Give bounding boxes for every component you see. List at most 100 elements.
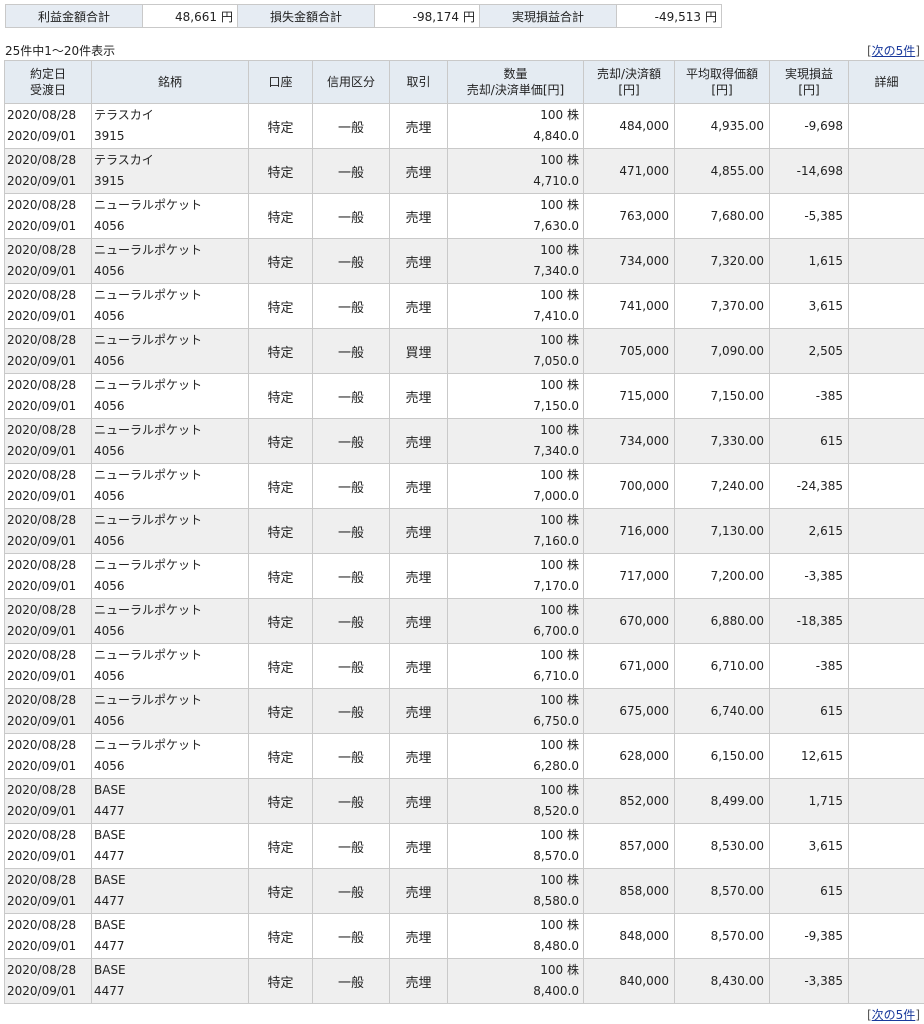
unit-price: 4,840.0: [533, 129, 579, 143]
avg-cost: 7,150.00: [674, 373, 770, 419]
detail-cell: [848, 508, 924, 554]
detail-cell: [848, 373, 924, 419]
settle-date: 2020/09/01: [7, 174, 77, 188]
header-amount: 売却/決済額 [円]: [583, 60, 675, 104]
trade-type: 売埋: [389, 688, 448, 734]
stock-cell: ニューラルポケット 4056: [91, 643, 249, 689]
account-type: 特定: [248, 463, 313, 509]
avg-cost: 6,150.00: [674, 733, 770, 779]
trade-type: 売埋: [389, 193, 448, 239]
account-type: 特定: [248, 328, 313, 374]
dates-cell: 2020/08/28 2020/09/01: [4, 193, 92, 239]
detail-cell: [848, 193, 924, 239]
next-five-link[interactable]: 次の5件: [872, 44, 916, 58]
credit-type: 一般: [312, 958, 390, 1004]
realized-pl: 615: [769, 418, 849, 464]
stock-name: BASE: [94, 873, 126, 887]
realized-pl: -14,698: [769, 148, 849, 194]
account-type: 特定: [248, 823, 313, 869]
qty-price-cell: 100 株 8,400.0: [447, 958, 584, 1004]
detail-cell: [848, 733, 924, 779]
header-credit: 信用区分: [312, 60, 390, 104]
qty-price-cell: 100 株 7,340.0: [447, 418, 584, 464]
trade-type: 売埋: [389, 598, 448, 644]
profit-total-label: 利益金額合計: [5, 4, 143, 28]
stock-name: ニューラルポケット: [94, 738, 203, 752]
quantity: 100 株: [540, 153, 579, 167]
stock-name: ニューラルポケット: [94, 288, 203, 302]
stock-code: 3915: [94, 129, 125, 143]
realized-pl: -3,385: [769, 958, 849, 1004]
settle-amount: 741,000: [583, 283, 675, 329]
dates-cell: 2020/08/28 2020/09/01: [4, 103, 92, 149]
quantity: 100 株: [540, 198, 579, 212]
detail-cell: [848, 778, 924, 824]
trade-type: 売埋: [389, 373, 448, 419]
trade-type: 売埋: [389, 868, 448, 914]
settle-date: 2020/09/01: [7, 399, 77, 413]
detail-cell: [848, 688, 924, 734]
realized-pl: 2,505: [769, 328, 849, 374]
account-type: 特定: [248, 238, 313, 284]
table-row: 2020/08/28 2020/09/01 ニューラルポケット 4056 特定 一般 売埋 1…: [4, 553, 924, 599]
header-qty: 数量 売却/決済単価[円]: [447, 60, 584, 104]
qty-price-cell: 100 株 7,340.0: [447, 238, 584, 284]
dates-cell: 2020/08/28 2020/09/01: [4, 553, 92, 599]
trade-type: 売埋: [389, 643, 448, 689]
trade-date: 2020/08/28: [7, 243, 77, 257]
stock-cell: BASE 4477: [91, 823, 249, 869]
trade-date: 2020/08/28: [7, 873, 77, 887]
account-type: 特定: [248, 733, 313, 779]
table-row: 2020/08/28 2020/09/01 ニューラルポケット 4056 特定 一般 売埋 1…: [4, 238, 924, 284]
trade-history-table: 約定日 受渡日 銘柄 口座 信用区分 取引 数量 売却/決済単価[円] 売却/決済額…: [4, 60, 924, 1004]
table-header: 約定日 受渡日 銘柄 口座 信用区分 取引 数量 売却/決済単価[円] 売却/決済額…: [4, 60, 924, 104]
stock-cell: ニューラルポケット 4056: [91, 418, 249, 464]
trade-type: 売埋: [389, 913, 448, 959]
header-pl: 実現損益 [円]: [769, 60, 849, 104]
avg-cost: 8,499.00: [674, 778, 770, 824]
settle-amount: 484,000: [583, 103, 675, 149]
settle-amount: 857,000: [583, 823, 675, 869]
qty-price-cell: 100 株 7,630.0: [447, 193, 584, 239]
detail-cell: [848, 328, 924, 374]
account-type: 特定: [248, 598, 313, 644]
next-five-link[interactable]: 次の5件: [872, 1008, 916, 1022]
avg-cost: 7,090.00: [674, 328, 770, 374]
header-avg-line1: 平均取得価額: [685, 67, 758, 81]
trade-date: 2020/08/28: [7, 333, 77, 347]
qty-price-cell: 100 株 8,570.0: [447, 823, 584, 869]
avg-cost: 7,330.00: [674, 418, 770, 464]
loss-total-amount: -98,174: [412, 9, 459, 24]
unit-price: 7,410.0: [533, 309, 579, 323]
realized-pl: 2,615: [769, 508, 849, 554]
detail-cell: [848, 643, 924, 689]
settle-date: 2020/09/01: [7, 309, 77, 323]
trade-date: 2020/08/28: [7, 513, 77, 527]
settle-amount: 716,000: [583, 508, 675, 554]
realized-pl: -24,385: [769, 463, 849, 509]
dates-cell: 2020/08/28 2020/09/01: [4, 463, 92, 509]
settle-date: 2020/09/01: [7, 669, 77, 683]
detail-cell: [848, 958, 924, 1004]
settle-amount: 840,000: [583, 958, 675, 1004]
credit-type: 一般: [312, 103, 390, 149]
unit-price: 8,570.0: [533, 849, 579, 863]
credit-type: 一般: [312, 283, 390, 329]
trade-type: 売埋: [389, 553, 448, 599]
unit-price: 6,700.0: [533, 624, 579, 638]
trade-date: 2020/08/28: [7, 108, 77, 122]
credit-type: 一般: [312, 418, 390, 464]
header-account: 口座: [248, 60, 313, 104]
stock-code: 4056: [94, 669, 125, 683]
qty-price-cell: 100 株 8,520.0: [447, 778, 584, 824]
avg-cost: 6,710.00: [674, 643, 770, 689]
stock-cell: BASE 4477: [91, 868, 249, 914]
avg-cost: 6,740.00: [674, 688, 770, 734]
profit-total-value: 48,661 円: [142, 4, 238, 28]
unit-price: 6,280.0: [533, 759, 579, 773]
settle-date: 2020/09/01: [7, 714, 77, 728]
realized-pl: 12,615: [769, 733, 849, 779]
account-type: 特定: [248, 148, 313, 194]
dates-cell: 2020/08/28 2020/09/01: [4, 778, 92, 824]
realized-pl: -385: [769, 643, 849, 689]
